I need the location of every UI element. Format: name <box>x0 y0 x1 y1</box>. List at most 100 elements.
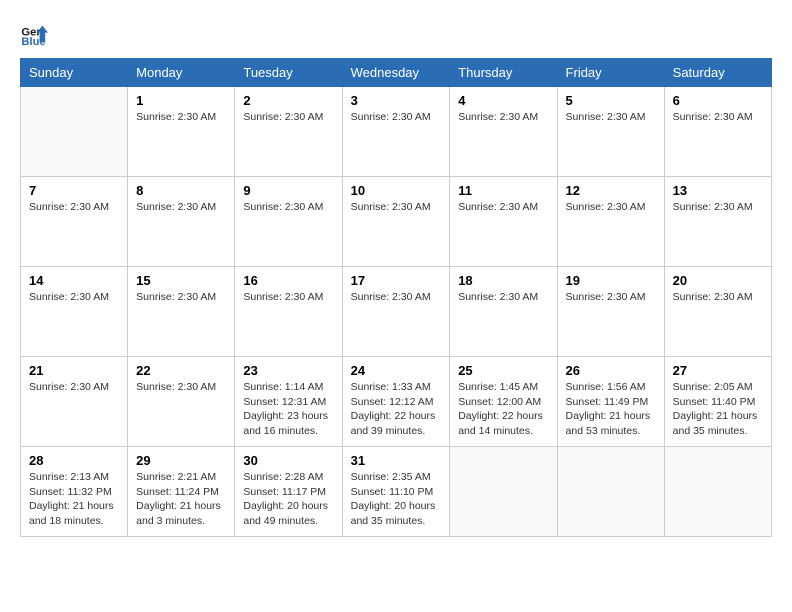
calendar-cell: 23Sunrise: 1:14 AM Sunset: 12:31 AM Dayl… <box>235 357 342 447</box>
day-info: Sunrise: 2:30 AM <box>351 200 442 215</box>
day-number: 13 <box>673 183 763 198</box>
day-info: Sunrise: 2:30 AM <box>136 110 226 125</box>
day-info: Sunrise: 2:30 AM <box>243 290 333 305</box>
calendar-cell: 3Sunrise: 2:30 AM <box>342 87 450 177</box>
day-number: 27 <box>673 363 763 378</box>
day-info: Sunrise: 2:21 AM Sunset: 11:24 PM Daylig… <box>136 470 226 529</box>
day-number: 21 <box>29 363 119 378</box>
weekday-header: Friday <box>557 59 664 87</box>
calendar-cell: 30 Sunrise: 2:28 AM Sunset: 11:17 PM Dayl… <box>235 447 342 537</box>
day-number: 16 <box>243 273 333 288</box>
day-info: Sunrise: 2:30 AM <box>136 380 226 395</box>
calendar-cell: 12 Sunrise: 2:30 AM <box>557 177 664 267</box>
day-info: Sunrise: 2:30 AM <box>458 290 548 305</box>
calendar-cell <box>21 87 128 177</box>
day-number: 25 <box>458 363 548 378</box>
calendar-cell: 25 Sunrise: 1:45 AM Sunset: 12:00 AM Dayl… <box>450 357 557 447</box>
day-number: 2 <box>243 93 333 108</box>
logo: Gen Blue <box>20 20 52 48</box>
calendar-cell: 17 Sunrise: 2:30 AM <box>342 267 450 357</box>
calendar-cell: 5 Sunrise: 2:30 AM <box>557 87 664 177</box>
day-info: Sunrise: 2:30 AM <box>136 290 226 305</box>
day-info: Sunrise: 2:30 AM <box>673 110 763 125</box>
calendar-cell: 24 Sunrise: 1:33 AM Sunset: 12:12 AM Dayl… <box>342 357 450 447</box>
calendar-cell: 2 Sunrise: 2:30 AM <box>235 87 342 177</box>
day-info: Sunrise: 2:30 AM <box>243 200 333 215</box>
calendar-cell <box>664 447 771 537</box>
day-info: Sunrise: 2:35 AM Sunset: 11:10 PM Daylig… <box>351 470 442 529</box>
day-info: Sunrise: 2:30 AM <box>673 290 763 305</box>
day-info: Sunrise: 2:30 AM <box>566 290 656 305</box>
day-number: 17 <box>351 273 442 288</box>
day-number: 19 <box>566 273 656 288</box>
calendar-week-row: 21Sunrise: 2:30 AM 22 Sunrise: 2:30 AM 23Su… <box>21 357 772 447</box>
day-number: 20 <box>673 273 763 288</box>
day-number: 7 <box>29 183 119 198</box>
calendar-table: SundayMondayTuesdayWednesdayThursdayFrid… <box>20 58 772 537</box>
day-info: Sunrise: 1:14 AM Sunset: 12:31 AM Daylig… <box>243 380 333 439</box>
calendar-cell: 6 Sunrise: 2:30 AM <box>664 87 771 177</box>
day-number: 15 <box>136 273 226 288</box>
day-info: Sunrise: 2:30 AM <box>566 110 656 125</box>
calendar-cell: 13 Sunrise: 2:30 AM <box>664 177 771 267</box>
day-number: 11 <box>458 183 548 198</box>
day-number: 22 <box>136 363 226 378</box>
calendar-cell: 21Sunrise: 2:30 AM <box>21 357 128 447</box>
weekday-header: Thursday <box>450 59 557 87</box>
calendar-header: SundayMondayTuesdayWednesdayThursdayFrid… <box>21 59 772 87</box>
day-number: 12 <box>566 183 656 198</box>
day-info: Sunrise: 2:30 AM <box>29 290 119 305</box>
day-info: Sunrise: 2:30 AM <box>351 110 442 125</box>
calendar-cell: 29 Sunrise: 2:21 AM Sunset: 11:24 PM Dayl… <box>128 447 235 537</box>
day-info: Sunrise: 2:30 AM <box>458 110 548 125</box>
day-number: 28 <box>29 453 119 468</box>
day-info: Sunrise: 2:30 AM <box>29 200 119 215</box>
day-info: Sunrise: 1:56 AM Sunset: 11:49 PM Daylig… <box>566 380 656 439</box>
calendar-cell: 18 Sunrise: 2:30 AM <box>450 267 557 357</box>
day-number: 9 <box>243 183 333 198</box>
calendar-cell: 28 Sunrise: 2:13 AM Sunset: 11:32 PM Dayl… <box>21 447 128 537</box>
calendar-cell: 10 Sunrise: 2:30 AM <box>342 177 450 267</box>
day-info: Sunrise: 1:45 AM Sunset: 12:00 AM Daylig… <box>458 380 548 439</box>
day-info: Sunrise: 2:30 AM <box>566 200 656 215</box>
calendar-week-row: 14 Sunrise: 2:30 AM 15 Sunrise: 2:30 AM 16 Su… <box>21 267 772 357</box>
day-info: Sunrise: 2:30 AM <box>673 200 763 215</box>
calendar-cell: 20 Sunrise: 2:30 AM <box>664 267 771 357</box>
day-info: Sunrise: 2:30 AM <box>458 200 548 215</box>
day-info: Sunrise: 2:28 AM Sunset: 11:17 PM Daylig… <box>243 470 333 529</box>
calendar-body: 1Sunrise: 2:30 AM2Sunrise: 2:30 AM3Sunri… <box>21 87 772 537</box>
day-info: Sunrise: 2:30 AM <box>243 110 333 125</box>
calendar-cell <box>557 447 664 537</box>
day-info: Sunrise: 2:30 AM <box>351 290 442 305</box>
day-info: Sunrise: 1:33 AM Sunset: 12:12 AM Daylig… <box>351 380 442 439</box>
calendar-cell <box>450 447 557 537</box>
day-number: 29 <box>136 453 226 468</box>
day-number: 26 <box>566 363 656 378</box>
calendar-week-row: 1Sunrise: 2:30 AM2Sunrise: 2:30 AM3Sunri… <box>21 87 772 177</box>
day-number: 6 <box>673 93 763 108</box>
day-number: 10 <box>351 183 442 198</box>
calendar-cell: 31Sunrise: 2:35 AM Sunset: 11:10 PM Dayl… <box>342 447 450 537</box>
day-number: 30 <box>243 453 333 468</box>
calendar-cell: 9 Sunrise: 2:30 AM <box>235 177 342 267</box>
weekday-header: Wednesday <box>342 59 450 87</box>
weekday-header-row: SundayMondayTuesdayWednesdayThursdayFrid… <box>21 59 772 87</box>
day-number: 5 <box>566 93 656 108</box>
day-number: 14 <box>29 273 119 288</box>
calendar-cell: 19 Sunrise: 2:30 AM <box>557 267 664 357</box>
day-info: Sunrise: 2:05 AM Sunset: 11:40 PM Daylig… <box>673 380 763 439</box>
page-header: Gen Blue <box>20 20 772 48</box>
day-number: 24 <box>351 363 442 378</box>
logo-icon: Gen Blue <box>20 20 48 48</box>
day-number: 18 <box>458 273 548 288</box>
calendar-cell: 22 Sunrise: 2:30 AM <box>128 357 235 447</box>
calendar-cell: 26 Sunrise: 1:56 AM Sunset: 11:49 PM Dayl… <box>557 357 664 447</box>
day-info: Sunrise: 2:13 AM Sunset: 11:32 PM Daylig… <box>29 470 119 529</box>
calendar-cell: 14 Sunrise: 2:30 AM <box>21 267 128 357</box>
day-number: 8 <box>136 183 226 198</box>
calendar-cell: 1Sunrise: 2:30 AM <box>128 87 235 177</box>
calendar-cell: 7 Sunrise: 2:30 AM <box>21 177 128 267</box>
weekday-header: Sunday <box>21 59 128 87</box>
weekday-header: Tuesday <box>235 59 342 87</box>
calendar-cell: 27 Sunrise: 2:05 AM Sunset: 11:40 PM Dayl… <box>664 357 771 447</box>
